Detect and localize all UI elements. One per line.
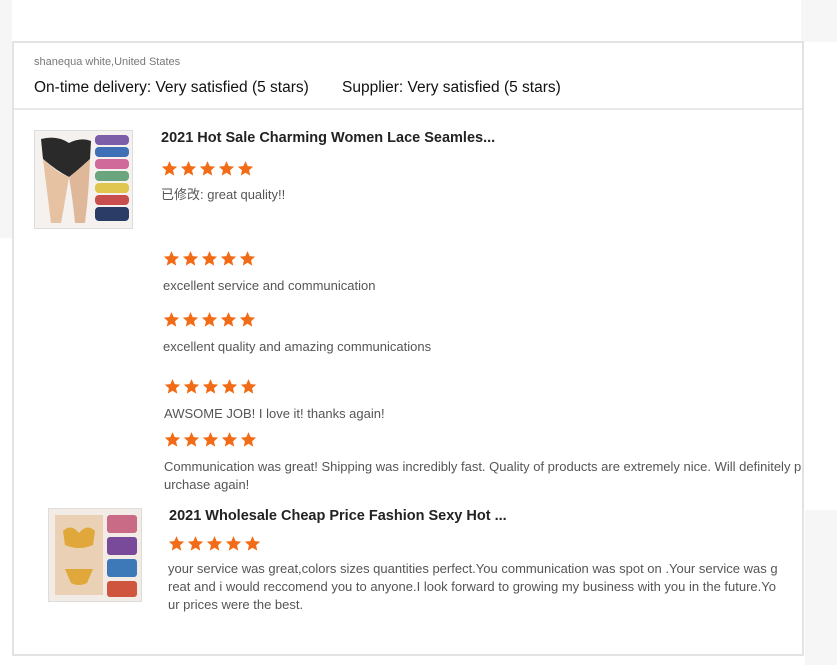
star-icon <box>220 312 237 327</box>
review-text: your service was great,colors sizes quan… <box>168 561 778 612</box>
star-icon <box>202 379 219 394</box>
product-rating-stars <box>161 160 254 177</box>
star-icon <box>202 432 219 447</box>
background-panel-right-lower <box>805 510 837 665</box>
product-thumbnail[interactable] <box>48 508 142 602</box>
star-icon <box>182 251 199 266</box>
star-icon <box>225 536 242 551</box>
star-icon <box>180 161 197 176</box>
star-icon <box>163 312 180 327</box>
review-rating-stars <box>164 378 257 395</box>
review-rating-stars <box>164 431 257 448</box>
star-icon <box>221 379 238 394</box>
star-icon <box>201 251 218 266</box>
star-icon <box>187 536 204 551</box>
star-icon <box>199 161 216 176</box>
star-icon <box>161 161 178 176</box>
review-rating-stars <box>163 311 256 328</box>
star-icon <box>164 379 181 394</box>
review-card: shanequa white,United States On-time del… <box>12 41 804 656</box>
supplier-rating: Supplier: Very satisfied (5 stars) <box>342 79 561 96</box>
star-icon <box>239 251 256 266</box>
star-icon <box>182 312 199 327</box>
product-title[interactable]: 2021 Wholesale Cheap Price Fashion Sexy … <box>169 508 507 524</box>
star-icon <box>218 161 235 176</box>
star-icon <box>163 251 180 266</box>
review-text: AWSOME JOB! I love it! thanks again! <box>164 406 385 421</box>
product-thumbnail[interactable] <box>34 130 133 229</box>
product-title[interactable]: 2021 Hot Sale Charming Women Lace Seamle… <box>161 130 495 146</box>
star-icon <box>244 536 261 551</box>
star-icon <box>221 432 238 447</box>
star-icon <box>164 432 181 447</box>
review-rating-stars <box>163 250 256 267</box>
review-text: excellent service and communication <box>163 278 376 293</box>
star-icon <box>206 536 223 551</box>
review-text: 已修改: great quality!! <box>161 187 286 202</box>
star-icon <box>183 379 200 394</box>
background-panel-left <box>0 0 12 238</box>
reviewer-name: shanequa white,United States <box>34 56 181 68</box>
review-header: shanequa white,United States On-time del… <box>14 43 802 110</box>
background-panel-right <box>801 0 837 42</box>
review-text: Communication was great! Shipping was in… <box>164 459 802 492</box>
star-icon <box>240 432 257 447</box>
review-text: excellent quality and amazing communicat… <box>163 339 432 354</box>
star-icon <box>201 312 218 327</box>
ontime-delivery-rating: On-time delivery: Very satisfied (5 star… <box>34 79 309 96</box>
product-rating-stars <box>168 535 261 552</box>
star-icon <box>168 536 185 551</box>
star-icon <box>220 251 237 266</box>
star-icon <box>240 379 257 394</box>
star-icon <box>183 432 200 447</box>
star-icon <box>239 312 256 327</box>
star-icon <box>237 161 254 176</box>
